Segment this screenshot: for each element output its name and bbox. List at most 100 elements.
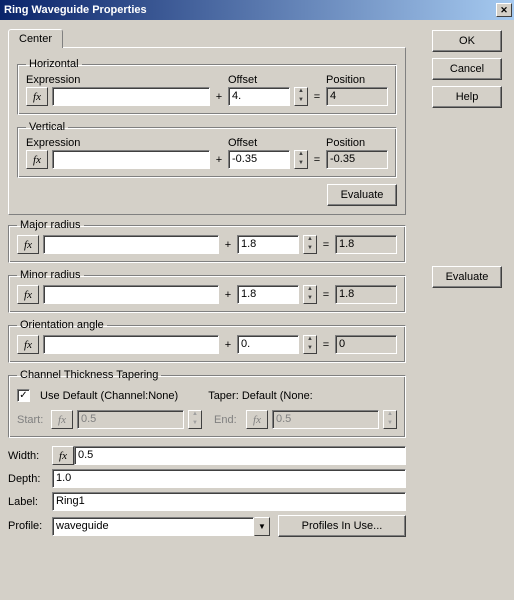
offset-label: Offset [228,137,290,149]
plus-label: + [223,289,233,301]
up-icon: ▲ [295,88,307,97]
profile-label: Profile: [8,520,52,532]
fx-button[interactable]: fx [17,335,39,354]
orient-offset-input[interactable] [241,338,295,350]
taper-start-input: 0.5 [77,410,184,429]
minor-position-output: 1.8 [335,285,397,304]
evaluate-button[interactable]: Evaluate [432,266,502,288]
taper-label: Taper: Default (None: [208,390,313,402]
orientation-group: Orientation angle fx + ▲▼ = 0 [8,319,406,363]
v-position-output: -0.35 [326,150,388,169]
fx-button[interactable]: fx [26,150,48,169]
eq-label: = [321,339,331,351]
v-offset-input[interactable] [232,153,286,165]
depth-input[interactable] [56,472,402,484]
major-expression-input[interactable] [47,238,215,250]
vertical-group: Vertical Expression Offset Position fx +… [17,121,397,178]
v-offset-spinner[interactable]: ▲▼ [294,150,308,169]
profiles-in-use-button[interactable]: Profiles In Use... [278,515,406,537]
label-input[interactable] [56,495,402,507]
evaluate-center-button[interactable]: Evaluate [327,184,397,206]
orient-expression-input[interactable] [47,338,215,350]
down-icon: ▼ [295,97,307,106]
chevron-down-icon: ▼ [254,517,270,536]
plus-label: + [214,91,224,103]
fx-button[interactable]: fx [52,446,74,465]
h-offset-input[interactable] [232,90,286,102]
end-label: End: [214,414,242,426]
start-label: Start: [17,414,47,426]
down-icon: ▼ [304,245,316,254]
eq-label: = [312,91,322,103]
window-title: Ring Waveguide Properties [4,4,147,16]
center-panel: Horizontal Expression Offset Position fx… [8,47,406,215]
major-spinner[interactable]: ▲▼ [303,235,317,254]
minor-expression-input[interactable] [47,288,215,300]
eq-label: = [312,154,322,166]
close-button[interactable]: ✕ [496,3,512,17]
offset-label: Offset [228,74,290,86]
up-icon: ▲ [304,286,316,295]
width-input[interactable] [78,449,402,461]
up-icon: ▲ [189,411,201,420]
plus-label: + [223,339,233,351]
up-icon: ▲ [304,236,316,245]
ok-button[interactable]: OK [432,30,502,52]
v-expression-input[interactable] [56,153,206,165]
fx-button-disabled: fx [246,410,268,429]
plus-label: + [214,154,224,166]
fx-button[interactable]: fx [17,235,39,254]
fx-button[interactable]: fx [26,87,48,106]
major-position-output: 1.8 [335,235,397,254]
minor-offset-input[interactable] [241,288,295,300]
orient-legend: Orientation angle [17,319,107,331]
down-icon: ▼ [295,160,307,169]
tab-center[interactable]: Center [8,29,63,48]
eq-label: = [321,239,331,251]
taper-start-spinner: ▲▼ [188,410,202,429]
expr-label: Expression [26,137,210,149]
down-icon: ▼ [304,345,316,354]
minor-radius-group: Minor radius fx + ▲▼ = 1.8 [8,269,406,313]
major-legend: Major radius [17,219,84,231]
down-icon: ▼ [304,295,316,304]
major-radius-group: Major radius fx + ▲▼ = 1.8 [8,219,406,263]
orient-spinner[interactable]: ▲▼ [303,335,317,354]
cancel-button[interactable]: Cancel [432,58,502,80]
fx-button[interactable]: fx [17,285,39,304]
profile-select[interactable]: waveguide ▼ [52,517,270,536]
fx-button-disabled: fx [51,410,73,429]
up-icon: ▲ [295,151,307,160]
tapering-legend: Channel Thickness Tapering [17,369,161,381]
help-button[interactable]: Help [432,86,502,108]
horizontal-group: Horizontal Expression Offset Position fx… [17,58,397,115]
down-icon: ▼ [384,420,396,429]
taper-end-input: 0.5 [272,410,379,429]
up-icon: ▲ [304,336,316,345]
depth-label: Depth: [8,473,52,485]
orient-position-output: 0 [335,335,397,354]
up-icon: ▲ [384,411,396,420]
horizontal-legend: Horizontal [26,58,82,70]
label-label: Label: [8,496,52,508]
h-expression-input[interactable] [56,90,206,102]
width-label: Width: [8,450,52,462]
tapering-group: Channel Thickness Tapering ✓ Use Default… [8,369,406,438]
position-label: Position [326,137,388,149]
minor-spinner[interactable]: ▲▼ [303,285,317,304]
plus-label: + [223,239,233,251]
major-offset-input[interactable] [241,238,295,250]
minor-legend: Minor radius [17,269,84,281]
use-default-label: Use Default (Channel:None) [40,390,178,402]
h-offset-spinner[interactable]: ▲▼ [294,87,308,106]
h-position-output: 4 [326,87,388,106]
vertical-legend: Vertical [26,121,68,133]
expr-label: Expression [26,74,210,86]
use-default-checkbox[interactable]: ✓ [17,389,30,402]
profile-value: waveguide [52,517,254,536]
position-label: Position [326,74,388,86]
eq-label: = [321,289,331,301]
taper-end-spinner: ▲▼ [383,410,397,429]
down-icon: ▼ [189,420,201,429]
close-icon: ✕ [500,5,508,16]
